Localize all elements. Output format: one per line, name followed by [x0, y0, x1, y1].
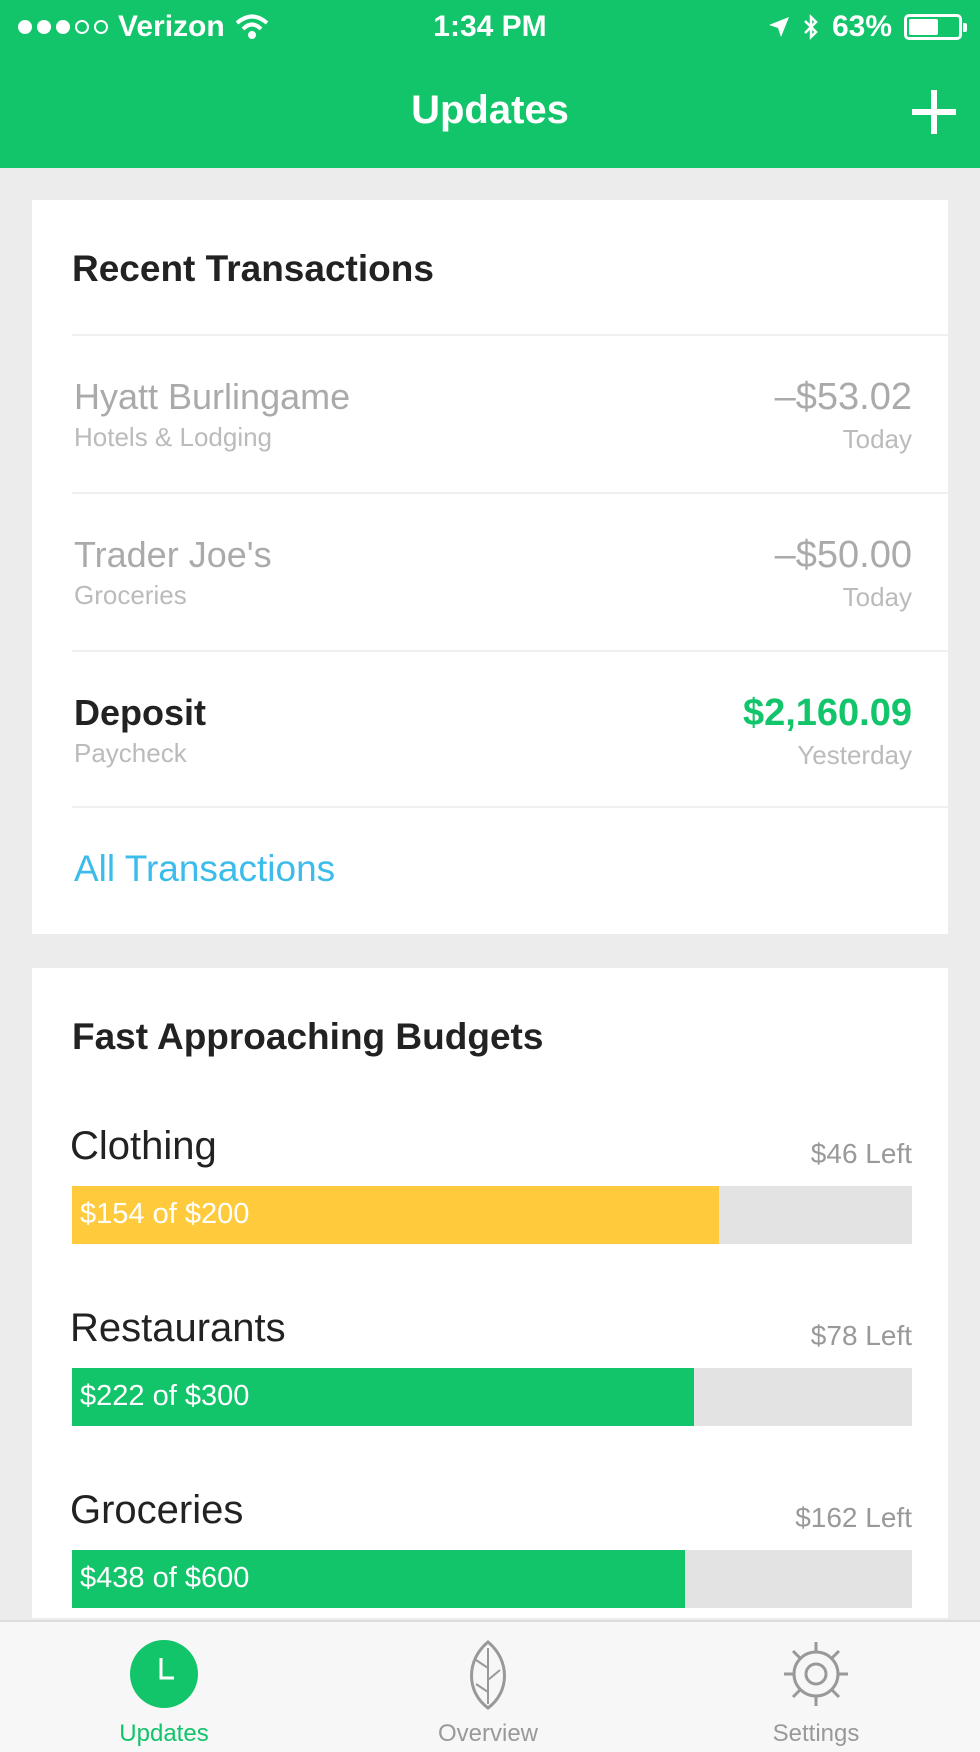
transaction-name: Deposit	[74, 692, 207, 733]
budget-name: Clothing	[70, 1124, 217, 1168]
tab-bar: Updates Overview Settings	[0, 1620, 980, 1752]
tab-overview[interactable]: Overview	[388, 1622, 588, 1752]
transaction-category: Hotels & Lodging	[74, 422, 273, 452]
budget-item: Groceries $162 Left $438 of $600	[32, 1488, 948, 1638]
budget-name: Restaurants	[70, 1306, 286, 1350]
transaction-row[interactable]: Trader Joe's Groceries –$50.00 Today	[32, 494, 948, 650]
budget-progress-bar[interactable]: $438 of $600	[72, 1550, 912, 1608]
budget-remaining: $162 Left	[795, 1502, 912, 1533]
tab-updates[interactable]: Updates	[64, 1622, 264, 1752]
transaction-date: Today	[842, 424, 912, 454]
location-arrow-icon	[768, 17, 789, 37]
battery-percent: 63%	[831, 10, 892, 43]
tab-label: Settings	[772, 1720, 860, 1747]
transaction-amount: –$50.00	[774, 534, 912, 576]
status-bar: Verizon 1:34 PM 63%	[0, 0, 980, 56]
tab-label: Updates	[119, 1720, 209, 1747]
divider	[72, 806, 948, 808]
transaction-category: Groceries	[74, 580, 187, 610]
page-title: Updates	[411, 88, 569, 132]
bluetooth-icon	[804, 13, 818, 41]
transaction-amount: $2,160.09	[742, 692, 912, 734]
transaction-date: Today	[842, 582, 912, 612]
budget-item: Clothing $46 Left $154 of $200	[32, 1124, 948, 1274]
transaction-amount: –$53.02	[774, 376, 912, 418]
battery-level-fill	[909, 19, 938, 35]
clock-icon	[130, 1640, 198, 1708]
plus-icon[interactable]	[910, 88, 958, 136]
budget-progress-bar[interactable]: $222 of $300	[72, 1368, 912, 1426]
transaction-name: Trader Joe's	[74, 534, 272, 575]
all-transactions-link[interactable]: All Transactions	[74, 848, 335, 890]
budget-remaining: $46 Left	[810, 1138, 912, 1169]
budget-item: Restaurants $78 Left $222 of $300	[32, 1306, 948, 1456]
budget-name: Groceries	[70, 1488, 244, 1532]
battery-icon	[904, 14, 967, 40]
budgets-title: Fast Approaching Budgets	[72, 1016, 544, 1057]
leaf-icon	[470, 1640, 506, 1710]
budget-remaining: $78 Left	[810, 1320, 912, 1351]
budget-progress-bar[interactable]: $154 of $200	[72, 1186, 912, 1244]
transaction-date: Yesterday	[797, 740, 912, 770]
budgets-card: Fast Approaching Budgets Clothing $46 Le…	[32, 968, 948, 1618]
tab-label: Overview	[437, 1720, 539, 1747]
transaction-name: Hyatt Burlingame	[74, 376, 351, 417]
budget-progress-label: $222 of $300	[80, 1380, 250, 1412]
transaction-category: Paycheck	[74, 738, 187, 768]
top-bar: Verizon 1:34 PM 63% Updates	[0, 0, 980, 168]
recent-transactions-card: Recent Transactions Hyatt Burlingame Hot…	[32, 200, 948, 934]
budget-progress-label: $154 of $200	[80, 1198, 250, 1230]
gear-icon	[784, 1642, 848, 1706]
transaction-row[interactable]: Deposit Paycheck $2,160.09 Yesterday	[32, 652, 948, 808]
recent-transactions-title: Recent Transactions	[72, 248, 434, 289]
transaction-row[interactable]: Hyatt Burlingame Hotels & Lodging –$53.0…	[32, 336, 948, 492]
tab-settings[interactable]: Settings	[716, 1622, 916, 1752]
budget-progress-label: $438 of $600	[80, 1562, 250, 1594]
